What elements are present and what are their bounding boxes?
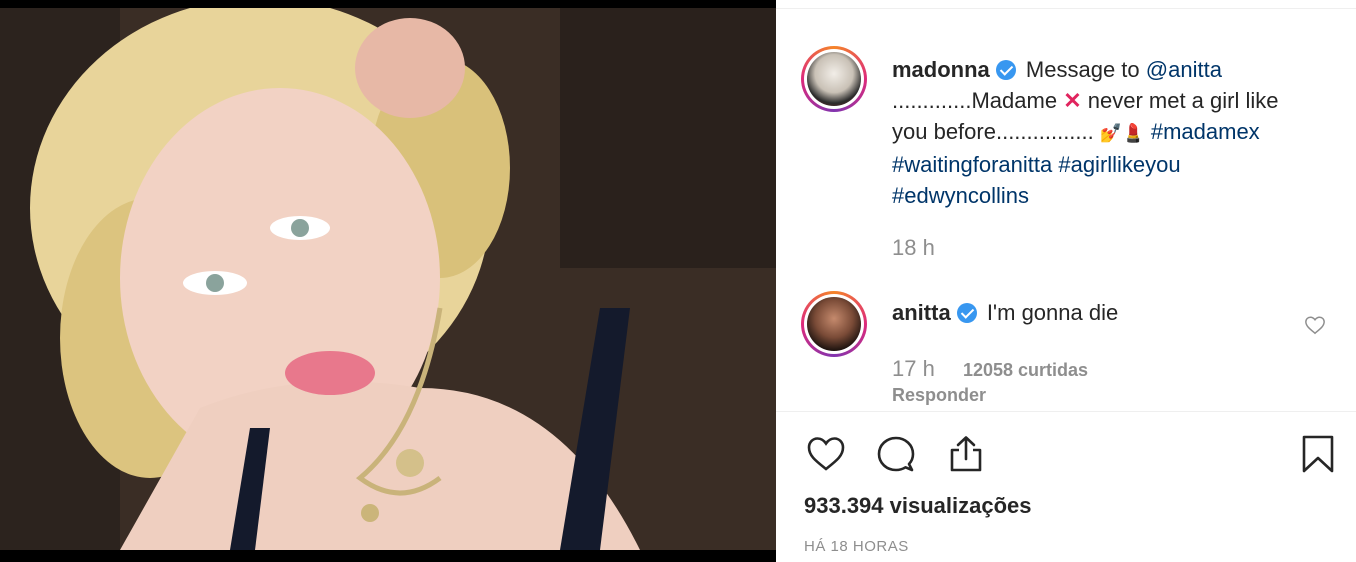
avatar-image [807, 52, 861, 106]
comment: anitta I'm gonna die [892, 300, 1118, 326]
posted-ago[interactable]: HÁ 18 HORAS [804, 538, 909, 555]
hashtag-link[interactable]: #waitingforanitta [892, 152, 1052, 177]
comment-timestamp[interactable]: 17 h [892, 356, 935, 381]
hashtag-link[interactable]: #madamex [1151, 119, 1260, 144]
share-icon[interactable] [946, 434, 986, 474]
commenter-avatar[interactable] [801, 291, 867, 357]
hashtag-link[interactable]: #agirllikeyou [1058, 152, 1180, 177]
verified-badge-icon [956, 303, 977, 323]
comment-like-heart-icon[interactable] [1304, 314, 1326, 336]
comment-meta: 17 h 12058 curtidas [892, 356, 1088, 382]
verified-badge-icon [995, 60, 1016, 80]
commenter-username[interactable]: anitta [892, 300, 951, 325]
comment-bubble-icon[interactable] [876, 434, 916, 474]
post-timestamp[interactable]: 18 h [892, 235, 935, 261]
video-frame[interactable] [0, 8, 776, 550]
like-heart-icon[interactable] [806, 434, 846, 474]
caption-intro: Message to [1025, 57, 1140, 82]
divider [776, 411, 1356, 412]
video-still [0, 8, 776, 550]
author-username[interactable]: madonna [892, 57, 990, 82]
post-caption: madonna Message to @anitta .............… [892, 54, 1312, 211]
post-sidebar: madonna Message to @anitta .............… [776, 0, 1356, 562]
comment-text: I'm gonna die [986, 300, 1119, 325]
caption-line2: .............Madame [892, 88, 1058, 113]
nail-polish-lipstick-icon: 💅💄 [1099, 123, 1145, 143]
post-media[interactable] [0, 0, 776, 562]
avatar-image [807, 297, 861, 351]
mention-link[interactable]: @anitta [1146, 57, 1222, 82]
bookmark-icon[interactable] [1298, 434, 1338, 474]
hashtag-link[interactable]: #edwyncollins [892, 183, 1029, 208]
reply-button[interactable]: Responder [892, 385, 986, 406]
cross-mark-icon: ✕ [1063, 88, 1082, 113]
views-count[interactable]: 933.394 visualizações [804, 493, 1032, 519]
author-avatar[interactable] [801, 46, 867, 112]
divider [776, 8, 1356, 9]
comment-likes-count[interactable]: 12058 curtidas [963, 360, 1088, 380]
